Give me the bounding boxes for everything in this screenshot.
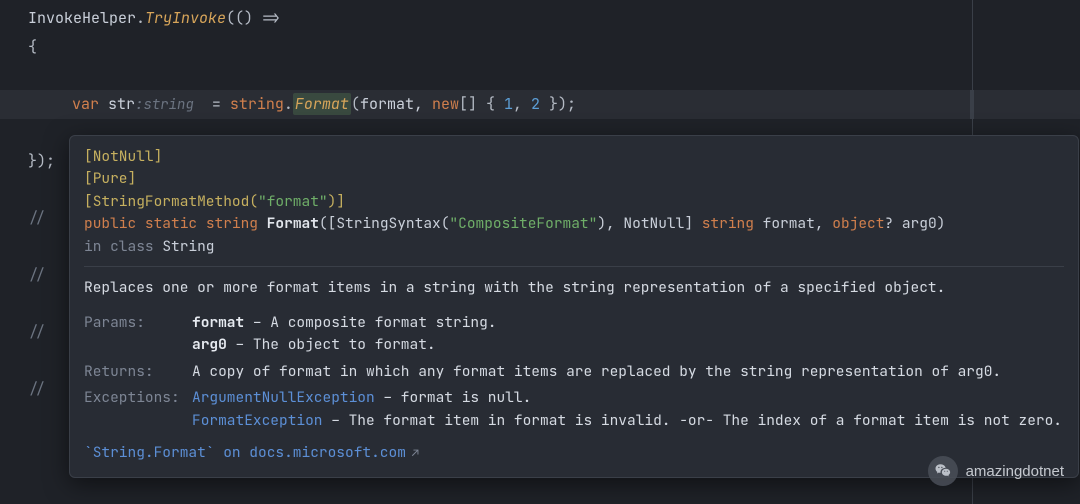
external-docs-link[interactable]: `String.Format` on docs.microsoft.com ↗ xyxy=(84,442,1064,464)
returns-label: Returns: xyxy=(84,361,192,383)
returns-row: Returns: A copy of format in which any f… xyxy=(84,361,1064,383)
blank-line xyxy=(0,61,1080,90)
exceptions-label: Exceptions: xyxy=(84,387,192,409)
params-row: Params: format – A composite format stri… xyxy=(84,312,1064,357)
params-label: Params: xyxy=(84,312,192,334)
documentation-tooltip: [NotNull] [Pure] [StringFormatMethod("fo… xyxy=(69,135,1079,478)
annotation: [StringFormatMethod("format")] xyxy=(84,191,1064,213)
active-code-line[interactable]: var str:string = string.Format(format, n… xyxy=(0,90,1080,119)
type-hint: :string xyxy=(135,96,194,114)
keyword-var: var xyxy=(72,94,99,114)
annotation: [NotNull] xyxy=(84,146,1064,168)
exception-link[interactable]: ArgumentNullException xyxy=(192,388,375,407)
annotation: [Pure] xyxy=(84,168,1064,190)
summary-text: Replaces one or more format items in a s… xyxy=(84,277,1064,299)
code-line: InvokeHelper.TryInvoke(() => xyxy=(0,4,1080,33)
param-name: arg0 xyxy=(192,335,227,354)
watermark: amazingdotnet xyxy=(928,456,1064,486)
watermark-text: amazingdotnet xyxy=(966,463,1064,480)
divider xyxy=(84,266,1064,267)
wechat-icon xyxy=(928,456,958,486)
param-name: format xyxy=(192,313,244,332)
format-method: Format xyxy=(293,93,351,115)
method-call: TryInvoke xyxy=(145,8,226,28)
class-location: in class String xyxy=(84,236,1064,258)
exceptions-row: Exceptions: ArgumentNullException – form… xyxy=(84,387,1064,432)
method-signature: public static string Format([StringSynta… xyxy=(84,213,1064,235)
external-link-icon: ↗ xyxy=(412,444,419,463)
code-line: { xyxy=(0,33,1080,62)
variable-name: str xyxy=(108,94,135,114)
type-name: InvokeHelper xyxy=(28,8,136,28)
exception-link[interactable]: FormatException xyxy=(192,411,323,430)
